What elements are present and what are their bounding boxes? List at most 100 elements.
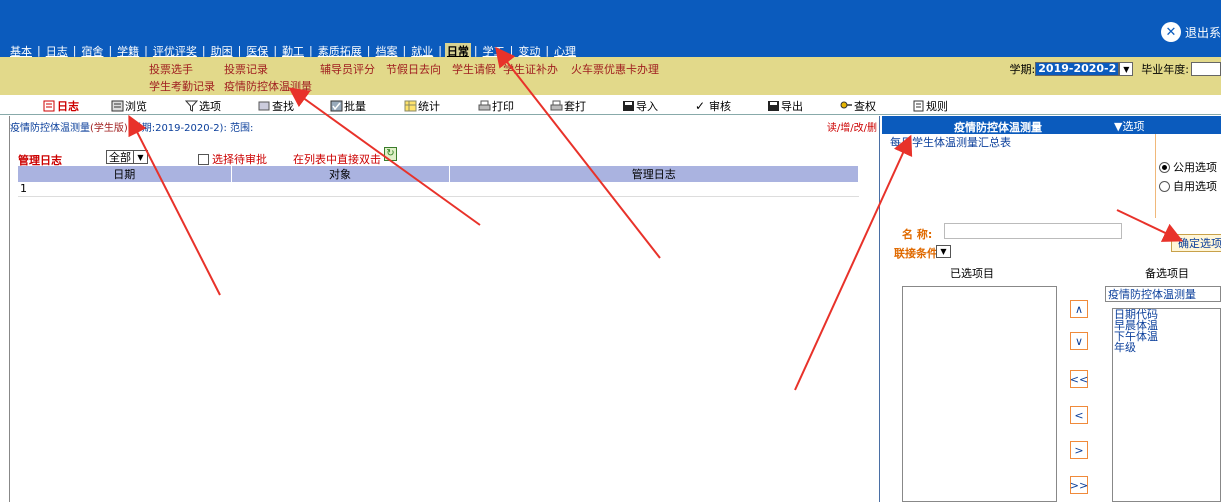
toolbar-stats-button[interactable]: 统计 bbox=[404, 98, 440, 114]
exit-label: 退出系 bbox=[1184, 25, 1221, 40]
submenu-attendance[interactable]: 学生考勤记录 bbox=[149, 78, 215, 94]
log-table: 日期 对象 管理日志 1 bbox=[18, 166, 859, 197]
toolbar-options-label: 选项 bbox=[199, 100, 221, 113]
toolbar-log-label: 日志 bbox=[57, 100, 79, 113]
table-row[interactable]: 1 bbox=[18, 182, 859, 197]
radio-private[interactable]: 自用选项 bbox=[1159, 178, 1217, 194]
submenu-counselor-score[interactable]: 辅导员评分 bbox=[320, 61, 375, 77]
refresh-icon[interactable]: ↻ bbox=[384, 147, 397, 161]
column-object[interactable]: 对象 bbox=[231, 166, 450, 182]
log-icon bbox=[43, 100, 55, 112]
toolbar-review-button[interactable]: ✓ 审核 bbox=[695, 98, 731, 114]
filter-select[interactable]: 全部 ▼ bbox=[106, 150, 148, 164]
available-items-list[interactable]: 日期代码 早晨体温 下午体温 年级 bbox=[1112, 308, 1221, 502]
find-icon bbox=[258, 101, 270, 111]
toolbar-find-button[interactable]: 查找 bbox=[258, 98, 294, 114]
options-panel-title: 疫情防控体温测量 bbox=[954, 121, 1042, 134]
move-up-button[interactable]: ∧ bbox=[1070, 300, 1088, 318]
remove-all-button[interactable]: >> bbox=[1070, 476, 1088, 494]
add-one-button[interactable]: < bbox=[1070, 406, 1088, 424]
toolbar: 日志 浏览 选项 查找 批量 统计 打印 套打 导入 ✓ 审核 导出 查权 规则 bbox=[0, 95, 1221, 115]
list-item[interactable]: 年级 bbox=[1114, 342, 1220, 353]
stats-icon bbox=[404, 100, 417, 112]
toolbar-export-button[interactable]: 导出 bbox=[767, 98, 803, 114]
print-icon bbox=[478, 100, 491, 111]
toolbar-browse-button[interactable]: 浏览 bbox=[111, 98, 147, 114]
available-source-value: 疫情防控体温测量 bbox=[1108, 288, 1196, 301]
move-down-button[interactable]: ∨ bbox=[1070, 332, 1088, 350]
key-icon bbox=[840, 101, 852, 109]
submenu-student-leave[interactable]: 学生请假 bbox=[452, 61, 496, 77]
batch-icon bbox=[330, 100, 343, 112]
toolbar-import-button[interactable]: 导入 bbox=[622, 98, 658, 114]
radio-public-label: 公用选项 bbox=[1173, 161, 1217, 174]
filter-icon bbox=[185, 100, 198, 112]
breadcrumb-scope: (学期:2019-2020-2): 范围: bbox=[127, 123, 254, 134]
table-cell: 1 bbox=[18, 182, 231, 197]
term-select[interactable]: 2019-2020-2 bbox=[1035, 62, 1120, 76]
checkbox-box bbox=[198, 153, 209, 165]
toolbar-template-print-button[interactable]: 套打 bbox=[550, 98, 586, 114]
toolbar-permission-button[interactable]: 查权 bbox=[840, 98, 876, 114]
selected-items-list[interactable] bbox=[902, 286, 1057, 502]
document-icon bbox=[913, 100, 924, 112]
chevron-down-icon: ▼ bbox=[133, 151, 147, 163]
top-header: ✕ 退出系 基本 | 日志 | 宿舍 | 学籍 | 评优评奖 | 助困 | 医保 | 勤工 | … bbox=[0, 0, 1221, 59]
submenu-bar: 投票选手 投票记录 辅导员评分 节假日去向 学生请假 学生证补办 火车票优惠卡办… bbox=[0, 57, 1221, 95]
options-tab[interactable]: ▼选项 bbox=[1114, 118, 1144, 134]
toolbar-print-button[interactable]: 打印 bbox=[478, 98, 514, 114]
radio-public[interactable]: 公用选项 bbox=[1159, 159, 1217, 175]
floppy-icon bbox=[623, 101, 634, 111]
submenu-temperature[interactable]: 疫情防控体温测量 bbox=[224, 78, 312, 94]
toolbar-options-button[interactable]: 选项 bbox=[185, 98, 221, 114]
confirm-options-button[interactable]: 确定选项 bbox=[1171, 234, 1221, 252]
submenu-id-reissue[interactable]: 学生证补办 bbox=[503, 61, 558, 77]
options-panel: 疫情防控体温测量 ▼选项 每日学生体温测量汇总表 公用选项 自用选项 名 称: … bbox=[882, 116, 1221, 502]
join-condition-select[interactable]: ▼ bbox=[936, 245, 951, 258]
grad-year-input[interactable] bbox=[1191, 62, 1221, 76]
available-source-select[interactable]: 疫情防控体温测量 bbox=[1105, 286, 1221, 302]
submenu-vote-records[interactable]: 投票记录 bbox=[224, 61, 268, 77]
options-panel-header: 疫情防控体温测量 ▼选项 bbox=[882, 116, 1221, 134]
submenu-vote-candidates[interactable]: 投票选手 bbox=[149, 61, 193, 77]
toolbar-rules-button[interactable]: 规则 bbox=[912, 98, 948, 114]
pending-approval-label: 选择待审批 bbox=[212, 153, 267, 166]
exit-button[interactable]: ✕ 退出系 bbox=[1160, 22, 1221, 42]
breadcrumb-module: 疫情防控体温测量 bbox=[10, 123, 90, 134]
toolbar-review-label: 审核 bbox=[709, 100, 731, 113]
divider bbox=[1155, 134, 1156, 218]
grad-year-label: 毕业年度: bbox=[1141, 63, 1189, 76]
checkmark-icon: ✓ bbox=[695, 99, 706, 113]
submenu-holiday-destination[interactable]: 节假日去向 bbox=[386, 61, 441, 77]
add-all-button[interactable]: << bbox=[1070, 370, 1088, 388]
selected-items-label: 已选项目 bbox=[950, 267, 994, 280]
toolbar-rules-label: 规则 bbox=[926, 100, 948, 113]
toolbar-batch-label: 批量 bbox=[344, 100, 366, 113]
report-list-item[interactable]: 每日学生体温测量汇总表 bbox=[890, 134, 1011, 150]
browse-icon bbox=[111, 100, 124, 112]
filter-select-value: 全部 bbox=[109, 151, 131, 164]
toolbar-batch-button[interactable]: 批量 bbox=[330, 98, 366, 114]
options-tab-label: 选项 bbox=[1122, 120, 1145, 133]
column-management-log[interactable]: 管理日志 bbox=[449, 166, 859, 182]
log-panel: 疫情防控体温测量(学生版)(学期:2019-2020-2): 范围: 读/增/改… bbox=[0, 116, 880, 502]
left-frame-border bbox=[9, 116, 10, 502]
toolbar-permission-label: 查权 bbox=[854, 100, 876, 113]
toolbar-print-label: 打印 bbox=[492, 100, 514, 113]
name-input[interactable] bbox=[944, 223, 1122, 239]
breadcrumb-version: (学生版) bbox=[90, 123, 128, 134]
toolbar-template-print-label: 套打 bbox=[564, 100, 586, 113]
toolbar-export-label: 导出 bbox=[781, 100, 803, 113]
table-cell bbox=[231, 182, 449, 197]
submenu-train-card[interactable]: 火车票优惠卡办理 bbox=[571, 61, 659, 77]
toolbar-find-label: 查找 bbox=[272, 100, 294, 113]
floppy-icon bbox=[768, 101, 779, 111]
radio-private-label: 自用选项 bbox=[1173, 180, 1217, 193]
toolbar-log-button[interactable]: 日志 bbox=[43, 98, 79, 114]
chevron-down-icon[interactable]: ▼ bbox=[1119, 62, 1134, 76]
remove-one-button[interactable]: > bbox=[1070, 441, 1088, 459]
name-label: 名 称: bbox=[902, 228, 933, 241]
column-date[interactable]: 日期 bbox=[18, 166, 232, 182]
radio-button-selected bbox=[1159, 161, 1170, 173]
pending-approval-checkbox[interactable]: 选择待审批 bbox=[198, 151, 267, 167]
